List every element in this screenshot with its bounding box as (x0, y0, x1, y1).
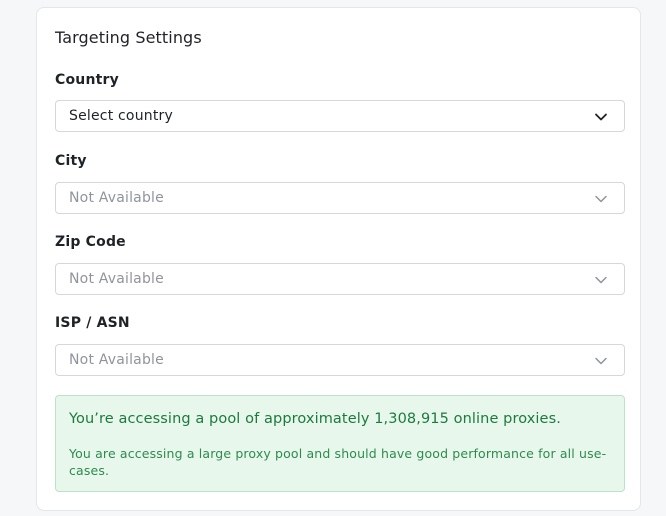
card-title: Targeting Settings (55, 28, 202, 47)
chevron-down-icon (595, 113, 607, 121)
country-select[interactable]: Select country (55, 100, 625, 132)
notice-body: You are accessing a large proxy pool and… (69, 446, 607, 478)
notice-headline: You’re accessing a pool of approximately… (69, 411, 561, 427)
targeting-settings-card: Targeting Settings Country Select countr… (36, 7, 641, 511)
city-label: City (55, 153, 87, 169)
isp-asn-select-value: Not Available (69, 352, 164, 368)
chevron-down-icon (595, 276, 607, 284)
zip-code-select-value: Not Available (69, 271, 164, 287)
chevron-down-icon (595, 357, 607, 365)
proxy-pool-notice: You’re accessing a pool of approximately… (55, 395, 625, 492)
city-select[interactable]: Not Available (55, 182, 625, 214)
country-select-value: Select country (69, 108, 173, 124)
isp-asn-select[interactable]: Not Available (55, 344, 625, 376)
zip-code-label: Zip Code (55, 234, 126, 250)
isp-asn-label: ISP / ASN (55, 315, 130, 331)
city-select-value: Not Available (69, 190, 164, 206)
country-label: Country (55, 72, 119, 88)
zip-code-select[interactable]: Not Available (55, 263, 625, 295)
chevron-down-icon (595, 195, 607, 203)
